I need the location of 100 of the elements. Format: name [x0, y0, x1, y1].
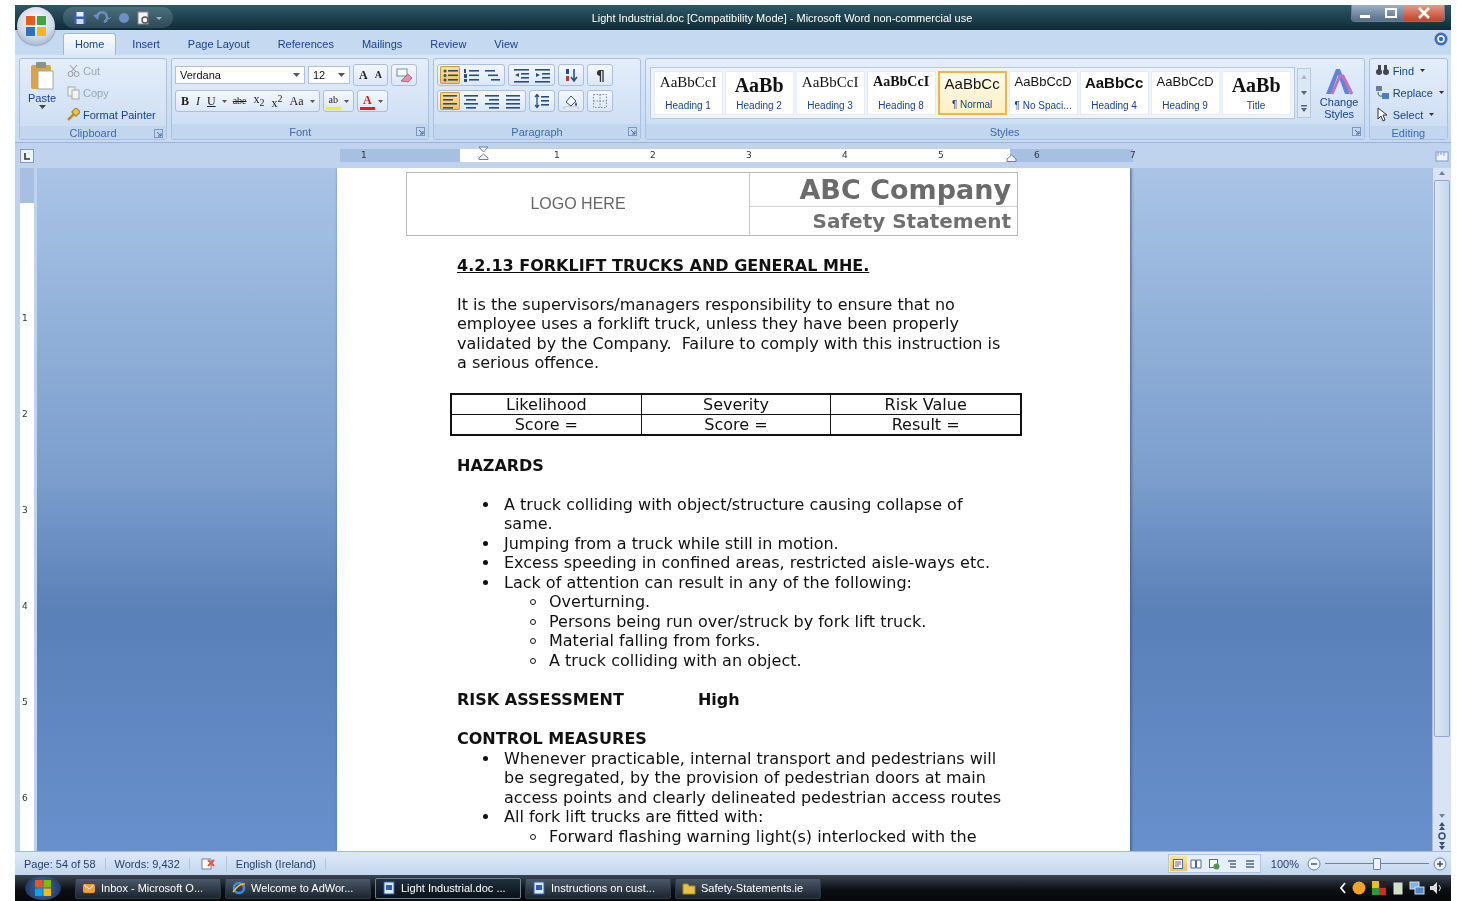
- print-layout-button[interactable]: [1169, 856, 1187, 871]
- highlight-button[interactable]: ab: [325, 92, 341, 110]
- save-icon[interactable]: [73, 10, 87, 25]
- style-tile[interactable]: AaBbCcD ¶ No Spaci...: [1008, 70, 1078, 115]
- font-size-field[interactable]: 12: [308, 66, 350, 84]
- bullets-button[interactable]: [440, 66, 461, 84]
- scroll-thumb[interactable]: [1434, 180, 1450, 737]
- dropdown-arrow-icon: [1420, 69, 1426, 72]
- ribbon-tab[interactable]: Page Layout: [175, 33, 262, 55]
- style-tile[interactable]: AaBbCcD Heading 9: [1150, 70, 1220, 115]
- dropdown-arrow-icon: [38, 105, 46, 109]
- numbered-list-button[interactable]: [461, 66, 482, 84]
- volume-icon[interactable]: [1429, 880, 1443, 896]
- network-icon[interactable]: [1409, 880, 1425, 896]
- dialog-launcher-icon[interactable]: [416, 127, 426, 136]
- style-tile[interactable]: AaBbCcI Heading 1: [653, 70, 723, 115]
- document-icon: [532, 881, 546, 895]
- ribbon-tab[interactable]: Review: [418, 33, 479, 55]
- bullet-icon: [483, 501, 488, 507]
- maximize-icon[interactable]: [1378, 5, 1404, 21]
- taskbar-item[interactable]: Light Industrial.doc ...: [375, 877, 521, 899]
- word-count[interactable]: Words: 9,432: [105, 857, 190, 870]
- ruler-number: 2: [650, 149, 656, 162]
- taskbar-item[interactable]: Welcome to AdWor...: [225, 877, 371, 899]
- align-left-button[interactable]: [440, 92, 461, 110]
- show-formatting-button[interactable]: ¶: [590, 66, 611, 84]
- style-tile[interactable]: AaBb Heading 2: [724, 70, 794, 115]
- decrease-indent-button[interactable]: [511, 66, 532, 84]
- group-label: Editing: [1391, 126, 1426, 139]
- select-button[interactable]: Select: [1374, 105, 1444, 124]
- dialog-launcher-icon[interactable]: [154, 129, 163, 138]
- ruler-number: 5: [22, 697, 28, 707]
- outline-icon: [1226, 857, 1239, 870]
- body-paragraph: It is the supervisors/managers responsibility to ensure that no employee uses a forklift truck, unless they have been properly validated by the Company. Failure to comply with this instruction is a serious offence.: [457, 294, 1002, 373]
- dropdown-arrow-icon: [377, 99, 383, 103]
- change-case-button[interactable]: Aa: [286, 92, 307, 110]
- ruler-number: 6: [1034, 149, 1040, 162]
- font-name-field[interactable]: Verdana: [175, 66, 305, 84]
- ribbon-tab[interactable]: Home: [63, 33, 117, 55]
- ribbon-tab[interactable]: Insert: [120, 33, 172, 55]
- taskbar-item[interactable]: Safety-Statements.ie: [675, 877, 821, 899]
- subscript-button[interactable]: x$_{2}$: [250, 89, 268, 113]
- font-color-button[interactable]: A: [360, 92, 375, 110]
- superscript-button[interactable]: x$^{2}$: [268, 90, 286, 112]
- zoom-slider-thumb[interactable]: [1373, 857, 1381, 870]
- strikethrough-button[interactable]: abe: [229, 92, 250, 110]
- zoom-out-icon[interactable]: [1307, 856, 1321, 871]
- ribbon-tab[interactable]: Mailings: [349, 33, 415, 55]
- chevron-left-icon[interactable]: [1339, 882, 1347, 894]
- document-icon: [382, 881, 396, 895]
- start-button[interactable]: [25, 876, 61, 900]
- ribbon-tab[interactable]: View: [482, 33, 530, 55]
- ruler-toggle-icon[interactable]: [20, 148, 34, 163]
- list-item-text: A truck colliding with object/structure causing collapse of same.: [504, 494, 963, 533]
- replace-button[interactable]: Replace: [1374, 83, 1444, 102]
- windows-logo-icon: [34, 879, 52, 897]
- page-count[interactable]: Page: 54 of 58: [15, 857, 106, 870]
- style-tile[interactable]: AaBbCc ¶ Normal: [937, 70, 1007, 115]
- section-title: HAZARDS: [457, 455, 545, 475]
- numbered-list-icon: [463, 67, 480, 83]
- paintbrush-icon: [67, 107, 80, 122]
- company-name: ABC Company: [750, 173, 1017, 207]
- italic-button[interactable]: I: [193, 92, 203, 110]
- ribbon-tab[interactable]: References: [265, 33, 346, 55]
- change-styles-button[interactable]: Change Styles: [1318, 65, 1360, 120]
- undo-icon[interactable]: [92, 10, 112, 25]
- print-preview-icon[interactable]: [136, 10, 150, 25]
- copy-icon: [67, 85, 80, 100]
- style-tile[interactable]: AaBbCcI Heading 3: [795, 70, 865, 115]
- help-icon[interactable]: [1434, 31, 1448, 46]
- find-button[interactable]: Find: [1374, 61, 1444, 80]
- proofing-icon[interactable]: [198, 855, 217, 872]
- shrink-font-button[interactable]: A: [371, 66, 385, 84]
- ruler-number: 2: [22, 409, 28, 419]
- zoom-in-icon[interactable]: [1433, 856, 1447, 871]
- office-button[interactable]: [17, 7, 55, 45]
- style-tile[interactable]: AaBb Title: [1221, 70, 1291, 115]
- underline-button[interactable]: U: [204, 92, 219, 110]
- language-indicator[interactable]: English (Ireland): [226, 857, 326, 870]
- bold-button[interactable]: B: [178, 92, 192, 110]
- color-blocks-icon[interactable]: [1371, 880, 1387, 896]
- increase-indent-button[interactable]: [532, 66, 553, 84]
- taskbar-item[interactable]: Inbox - Microsoft O...: [75, 877, 221, 899]
- close-icon[interactable]: [1404, 5, 1444, 21]
- justify-icon: [505, 93, 522, 109]
- list-item-text: Jumping from a truck while still in motion.: [504, 533, 839, 553]
- style-tile[interactable]: AaBbCc Heading 4: [1079, 70, 1149, 115]
- list-item-text: Persons being run over/struck by fork lift truck.: [549, 611, 927, 631]
- align-left-icon: [442, 93, 459, 109]
- taskbar-item[interactable]: Instructions on cust...: [525, 877, 671, 899]
- print-layout-icon: [1172, 857, 1185, 870]
- paste-button[interactable]: Paste: [23, 61, 61, 124]
- open-book-button[interactable]: [1187, 856, 1205, 871]
- minimize-icon[interactable]: [1352, 5, 1378, 21]
- style-tile[interactable]: AaBbCcI Heading 8: [866, 70, 936, 115]
- clipboard-button[interactable]: Format Painter: [67, 105, 156, 124]
- dialog-launcher-icon[interactable]: [1351, 127, 1361, 136]
- dialog-launcher-icon[interactable]: [627, 127, 637, 136]
- zoom-level[interactable]: 100%: [1270, 857, 1299, 870]
- grow-font-button[interactable]: A: [356, 66, 371, 84]
